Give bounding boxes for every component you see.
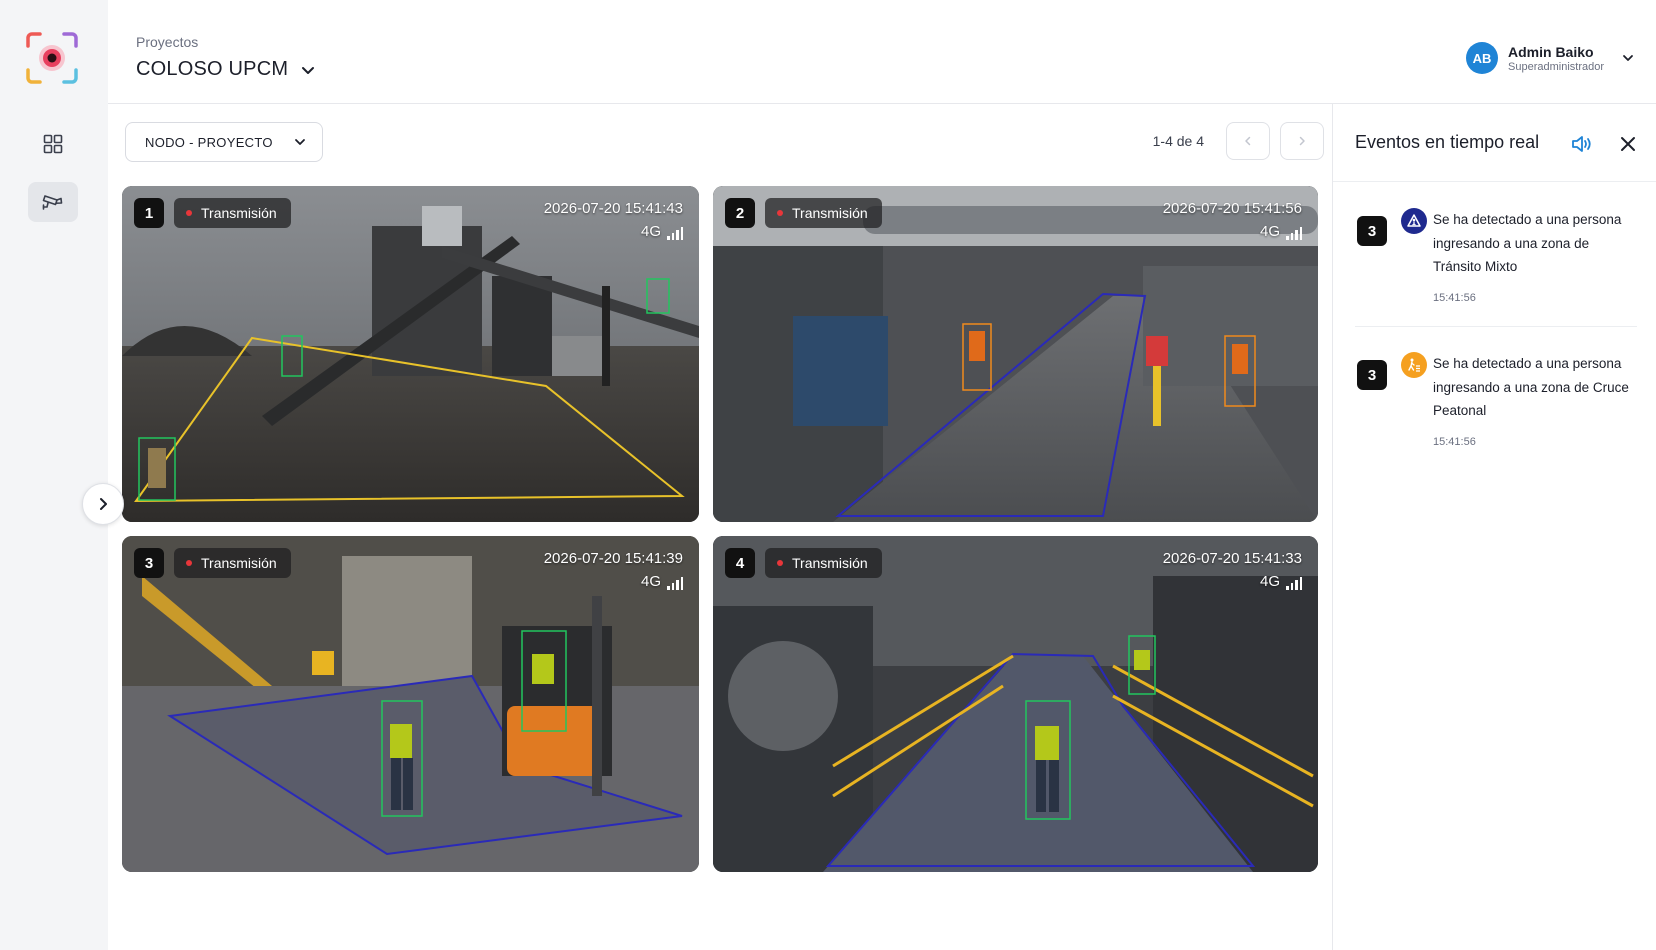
camera-grid: 1 Transmisión 2026-07-20 15:41:43 4G 2 T… bbox=[122, 186, 1332, 872]
camera-timestamp: 2026-07-20 15:41:43 bbox=[543, 200, 683, 217]
camera-grid-area: NODO - PROYECTO 1-4 de 4 1 Transmisión 2… bbox=[108, 104, 1332, 950]
chevron-down-icon bbox=[302, 66, 315, 74]
camera-image bbox=[122, 536, 699, 872]
previous-page-button[interactable] bbox=[1226, 122, 1270, 160]
event-camera-number: 3 bbox=[1357, 216, 1387, 246]
event-time: 15:41:56 bbox=[1433, 436, 1476, 448]
top-header: Proyectos COLOSO UPCM AB Admin Baiko Sup… bbox=[108, 0, 1656, 104]
user-role: Superadministrador bbox=[1508, 60, 1604, 73]
live-status-badge: Transmisión bbox=[765, 548, 882, 578]
close-panel-button[interactable] bbox=[1615, 131, 1641, 157]
camera-number: 4 bbox=[725, 548, 755, 578]
signal-bars-icon bbox=[667, 226, 683, 240]
project-selector[interactable]: COLOSO UPCM bbox=[136, 58, 316, 81]
pagination-text: 1-4 de 4 bbox=[1152, 133, 1204, 149]
mixed-transit-icon bbox=[1401, 208, 1427, 234]
live-status-badge: Transmisión bbox=[174, 548, 291, 578]
live-dot-icon bbox=[777, 210, 783, 216]
camera-feed-3[interactable]: 3 Transmisión 2026-07-20 15:41:39 4G bbox=[122, 536, 699, 872]
sound-toggle-button[interactable] bbox=[1569, 131, 1595, 157]
live-status-label: Transmisión bbox=[792, 555, 868, 571]
network-type: 4G bbox=[640, 573, 661, 590]
network-indicator: 4G bbox=[1260, 573, 1302, 590]
node-filter-label: NODO - PROYECTO bbox=[145, 134, 273, 150]
chevron-down-icon bbox=[295, 139, 305, 145]
camera-feed-1[interactable]: 1 Transmisión 2026-07-20 15:41:43 4G bbox=[122, 186, 699, 522]
live-status-badge: Transmisión bbox=[765, 198, 882, 228]
network-type: 4G bbox=[1259, 573, 1280, 590]
user-name: Admin Baiko bbox=[1508, 43, 1594, 60]
pagination: 1-4 de 4 bbox=[1153, 122, 1324, 160]
live-status-label: Transmisión bbox=[792, 205, 868, 221]
chevron-right-icon bbox=[1299, 136, 1305, 146]
network-indicator: 4G bbox=[1260, 223, 1302, 240]
event-message: Se ha detectado a una persona ingresando… bbox=[1433, 212, 1622, 274]
network-indicator: 4G bbox=[641, 573, 683, 590]
live-status-label: Transmisión bbox=[201, 205, 277, 221]
network-indicator: 4G bbox=[641, 223, 683, 240]
camera-timestamp: 2026-07-20 15:41:39 bbox=[543, 550, 683, 567]
camera-number: 2 bbox=[725, 198, 755, 228]
camera-image bbox=[122, 186, 699, 522]
divider bbox=[1355, 326, 1637, 327]
app-logo[interactable] bbox=[24, 30, 80, 86]
live-dot-icon bbox=[777, 560, 783, 566]
cctv-camera-icon bbox=[42, 195, 63, 210]
camera-timestamp: 2026-07-20 15:41:56 bbox=[1162, 200, 1302, 217]
camera-timestamp: 2026-07-20 15:41:33 bbox=[1162, 550, 1302, 567]
projects-label: Proyectos bbox=[136, 34, 199, 50]
signal-bars-icon bbox=[1286, 576, 1302, 590]
live-dot-icon bbox=[186, 560, 192, 566]
user-menu[interactable]: AB Admin Baiko Superadministrador bbox=[1466, 42, 1634, 74]
network-type: 4G bbox=[640, 223, 661, 240]
panel-header: Eventos en tiempo real bbox=[1333, 104, 1656, 182]
camera-number: 1 bbox=[134, 198, 164, 228]
event-message: Se ha detectado a una persona ingresando… bbox=[1433, 356, 1629, 418]
realtime-events-panel: Eventos en tiempo real 3 Se ha detectado… bbox=[1332, 104, 1656, 950]
camera-image bbox=[713, 186, 1318, 522]
event-camera-number: 3 bbox=[1357, 360, 1387, 390]
panel-title: Eventos en tiempo real bbox=[1355, 132, 1540, 152]
signal-bars-icon bbox=[667, 576, 683, 590]
camera-feed-2[interactable]: 2 Transmisión 2026-07-20 15:41:56 4G bbox=[713, 186, 1318, 522]
network-type: 4G bbox=[1259, 223, 1280, 240]
signal-bars-icon bbox=[1286, 226, 1302, 240]
camera-image bbox=[713, 536, 1318, 872]
pedestrian-crossing-icon bbox=[1401, 352, 1427, 378]
chevron-right-icon bbox=[100, 498, 107, 510]
avatar: AB bbox=[1466, 42, 1498, 74]
project-name: COLOSO UPCM bbox=[136, 58, 289, 80]
chevron-down-icon bbox=[1623, 55, 1633, 61]
expand-sidebar-button[interactable] bbox=[82, 483, 124, 525]
chevron-left-icon bbox=[1245, 136, 1251, 146]
live-status-badge: Transmisión bbox=[174, 198, 291, 228]
next-page-button[interactable] bbox=[1280, 122, 1324, 160]
nav-dashboard-button[interactable] bbox=[28, 124, 78, 164]
grid-icon bbox=[43, 134, 63, 154]
camera-number: 3 bbox=[134, 548, 164, 578]
close-icon bbox=[1621, 137, 1635, 151]
node-filter-select[interactable]: NODO - PROYECTO bbox=[125, 122, 323, 162]
live-dot-icon bbox=[186, 210, 192, 216]
speaker-icon bbox=[1572, 136, 1591, 152]
event-time: 15:41:56 bbox=[1433, 292, 1476, 304]
live-status-label: Transmisión bbox=[201, 555, 277, 571]
camera-feed-4[interactable]: 4 Transmisión 2026-07-20 15:41:33 4G bbox=[713, 536, 1318, 872]
nav-cameras-button[interactable] bbox=[28, 182, 78, 222]
side-rail bbox=[0, 0, 108, 950]
